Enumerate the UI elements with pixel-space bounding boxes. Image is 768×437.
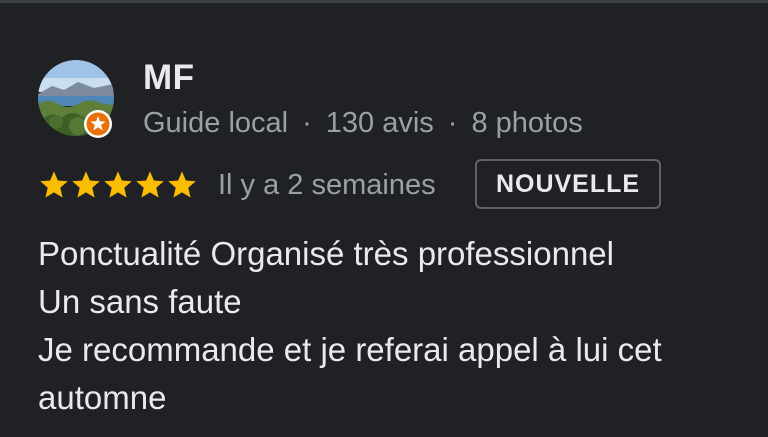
separator-dot: ·: [302, 107, 312, 139]
star-icon: [168, 171, 196, 198]
separator-dot: ·: [447, 107, 458, 139]
star-icon: [40, 171, 68, 198]
review-text-line: Ponctualité Organisé très professionnel: [38, 235, 614, 272]
review-text-line: Je recommande et je referai appel à lui …: [38, 331, 662, 368]
review-count: 130 avis: [325, 107, 434, 139]
review-text-line: automne: [38, 379, 167, 416]
guide-level: Guide local: [143, 107, 289, 139]
new-badge: NOUVELLE: [475, 159, 661, 209]
review-date: Il y a 2 semaines: [218, 169, 436, 201]
local-guide-badge-icon: [83, 109, 113, 139]
star-icon: [72, 171, 100, 198]
review-card: MF Guide local · 130 avis · 8 photos Il y a …: [0, 0, 768, 437]
star-rating: [38, 169, 198, 201]
author-meta: Guide local · 130 avis · 8 photos: [143, 105, 583, 141]
photo-count: 8 photos: [471, 107, 583, 139]
author-name[interactable]: MF: [143, 58, 195, 98]
star-icon: [136, 171, 164, 198]
review-text-line: Un sans faute: [38, 283, 242, 320]
star-icon: [104, 171, 132, 198]
review-text: Ponctualité Organisé très professionnel U…: [38, 230, 758, 422]
